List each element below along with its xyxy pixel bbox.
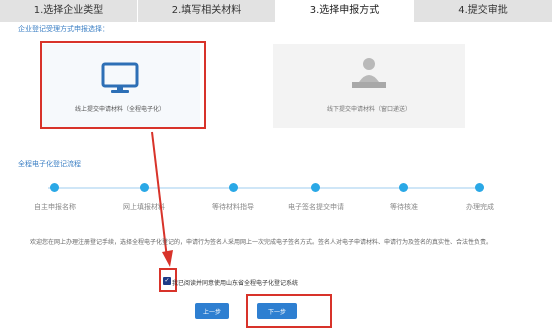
step-label: 办理完成 [466, 203, 494, 211]
tab-submit-approval[interactable]: 4.提交审批 [414, 0, 553, 22]
step-label: 等待材料指导 [212, 203, 254, 211]
process-title: 全程电子化登记流程 [18, 160, 81, 168]
tab-select-company-type[interactable]: 1.选择企业类型 [0, 0, 138, 22]
step-dot [399, 183, 408, 192]
clerk-icon [352, 58, 386, 88]
step-tabs: 1.选择企业类型 2.填写相关材料 3.选择申报方式 4.提交审批 [0, 0, 553, 22]
next-highlight [246, 294, 332, 328]
agree-label: 我已阅读并同意使用山东省全程电子化登记系统 [172, 280, 299, 287]
step-label: 等待核准 [390, 203, 418, 211]
tab-fill-materials[interactable]: 2.填写相关材料 [138, 0, 276, 22]
tab-select-method[interactable]: 3.选择申报方式 [276, 0, 414, 22]
step-dot [229, 183, 238, 192]
step-label: 自主申报名称 [34, 203, 76, 211]
online-highlight [40, 41, 206, 129]
method-intro: 企业登记受理方式申报选择： [18, 25, 109, 33]
offline-submission-card[interactable]: 线下提交申请材料（窗口递送） [273, 44, 465, 128]
step-label: 网上填报材料 [123, 203, 165, 211]
step-label: 电子签名提交申请 [288, 203, 344, 211]
step-dot [140, 183, 149, 192]
process-track [48, 187, 484, 189]
step-dot [50, 183, 59, 192]
step-dot [311, 183, 320, 192]
notice-text: 欢迎您在网上办理注册登记手续，选择全程电子化登记的，申请行为签名人采用网上一次完… [30, 239, 493, 246]
offline-card-label: 线下提交申请材料（窗口递送） [326, 106, 411, 113]
step-dot [475, 183, 484, 192]
prev-button[interactable]: 上一步 [195, 303, 229, 319]
